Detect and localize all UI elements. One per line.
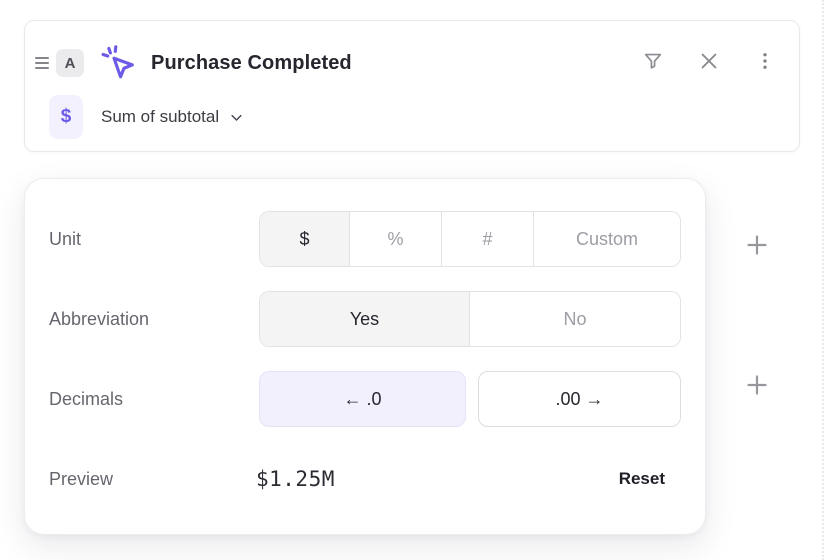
event-actions: [637, 45, 781, 77]
preview-value: $1.25M: [256, 467, 335, 491]
preview-row: Preview $1.25M Reset: [49, 467, 665, 491]
abbreviation-option-yes[interactable]: Yes: [260, 292, 470, 346]
unit-option-number[interactable]: #: [442, 212, 534, 266]
unit-segmented-control: $ % # Custom: [259, 211, 681, 267]
plus-icon: [745, 233, 769, 257]
event-group-label: A: [65, 55, 76, 72]
add-event-button[interactable]: [743, 231, 771, 259]
reset-button[interactable]: Reset: [619, 469, 665, 489]
filter-funnel-icon[interactable]: [637, 45, 669, 77]
number-format-panel: Unit $ % # Custom Abbreviation Yes No De…: [24, 178, 706, 535]
decimals-row-label: Decimals: [49, 371, 123, 427]
add-metric-button[interactable]: [743, 371, 771, 399]
event-group-badge: A: [56, 49, 84, 77]
drag-handle-icon[interactable]: [35, 54, 49, 73]
cursor-click-icon: [99, 44, 137, 82]
abbreviation-row-label: Abbreviation: [49, 291, 149, 347]
plus-icon: [745, 373, 769, 397]
decimals-decrease-button[interactable]: ← .0: [259, 371, 466, 427]
event-card-header: A Purchase Completed: [35, 43, 352, 83]
abbreviation-option-no[interactable]: No: [470, 292, 680, 346]
close-icon[interactable]: [693, 45, 725, 77]
chevron-down-icon: [229, 110, 244, 125]
unit-option-dollar[interactable]: $: [260, 212, 350, 266]
event-card: A Purchase Completed: [24, 20, 800, 152]
unit-option-custom[interactable]: Custom: [534, 212, 680, 266]
event-title[interactable]: Purchase Completed: [151, 52, 352, 75]
unit-row-label: Unit: [49, 211, 81, 267]
kebab-menu-icon[interactable]: [749, 45, 781, 77]
unit-option-percent[interactable]: %: [350, 212, 442, 266]
metric-unit-symbol: $: [61, 106, 72, 128]
preview-row-label: Preview: [49, 469, 113, 490]
page-edge-dotted-divider: [822, 0, 824, 560]
metric-row: $ Sum of subtotal: [49, 95, 244, 139]
metric-label: Sum of subtotal: [101, 107, 219, 127]
metric-unit-badge: $: [49, 95, 83, 139]
decimals-increase-button[interactable]: .00 →: [478, 371, 681, 427]
metric-selector[interactable]: Sum of subtotal: [101, 107, 244, 127]
abbreviation-segmented-control: Yes No: [259, 291, 681, 347]
